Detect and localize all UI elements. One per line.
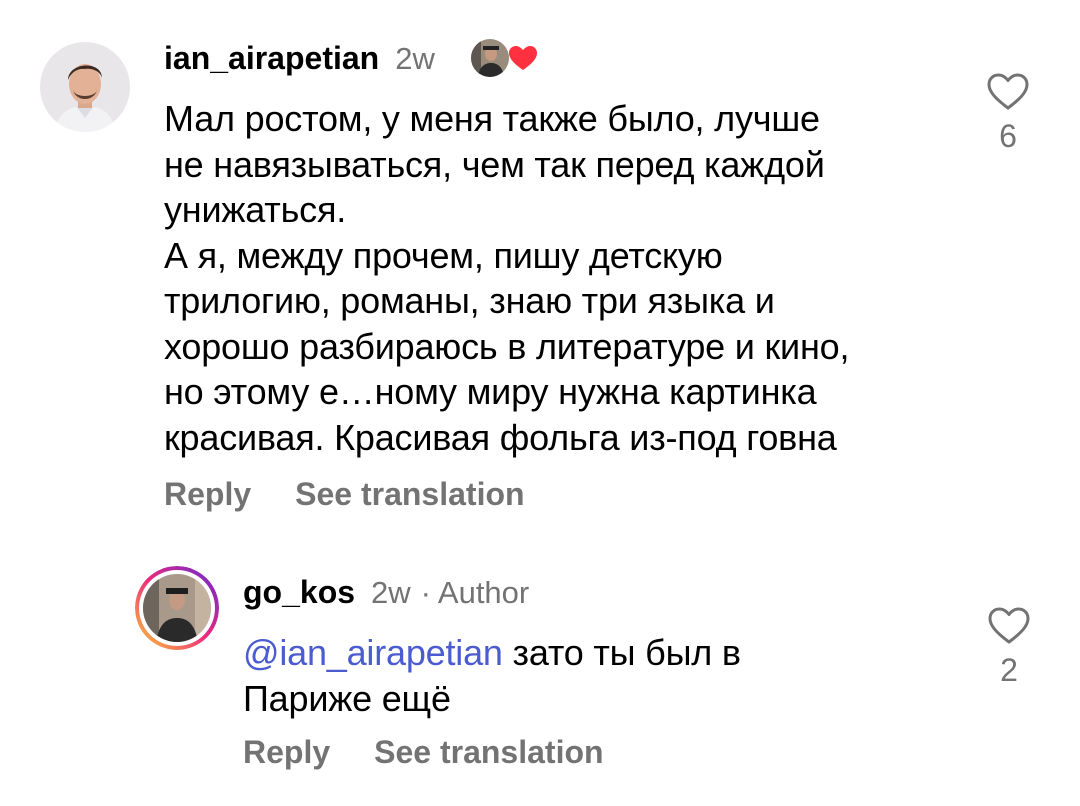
- author-badge: · Author: [420, 575, 530, 610]
- like-control[interactable]: 2: [979, 606, 1039, 689]
- heart-icon: [509, 46, 537, 70]
- like-count: 2: [1000, 652, 1018, 688]
- reply-button[interactable]: Reply: [243, 734, 330, 771]
- username[interactable]: ian_airapetian: [164, 40, 379, 77]
- heart-outline-icon[interactable]: [986, 72, 1030, 112]
- heart-outline-icon[interactable]: [987, 606, 1031, 646]
- user-portrait-avatar-icon: [40, 42, 130, 132]
- comment-actions: Reply See translation: [164, 476, 525, 513]
- timestamp[interactable]: 2w: [395, 41, 435, 77]
- see-translation-button[interactable]: See translation: [374, 734, 603, 771]
- author-liked-badge: [469, 36, 539, 80]
- comment-text: @ian_airapetian зато ты был в Париже ещё: [243, 630, 943, 721]
- avatar[interactable]: [40, 42, 130, 132]
- comment-text: Мал ростом, у меня также было, лучше не …: [164, 98, 850, 458]
- mention-link[interactable]: @ian_airapetian: [243, 632, 503, 673]
- comment-header: go_kos 2w · Author: [243, 574, 529, 611]
- username[interactable]: go_kos: [243, 574, 355, 611]
- see-translation-button[interactable]: See translation: [295, 476, 524, 513]
- user-portrait-avatar-icon: [135, 566, 219, 650]
- reply-button[interactable]: Reply: [164, 476, 251, 513]
- comment-actions: Reply See translation: [243, 734, 604, 771]
- timestamp[interactable]: 2w: [371, 575, 411, 611]
- comment-header: ian_airapetian 2w: [164, 40, 435, 77]
- like-count: 6: [999, 118, 1017, 154]
- avatar[interactable]: [135, 566, 219, 650]
- like-control[interactable]: 6: [978, 72, 1038, 155]
